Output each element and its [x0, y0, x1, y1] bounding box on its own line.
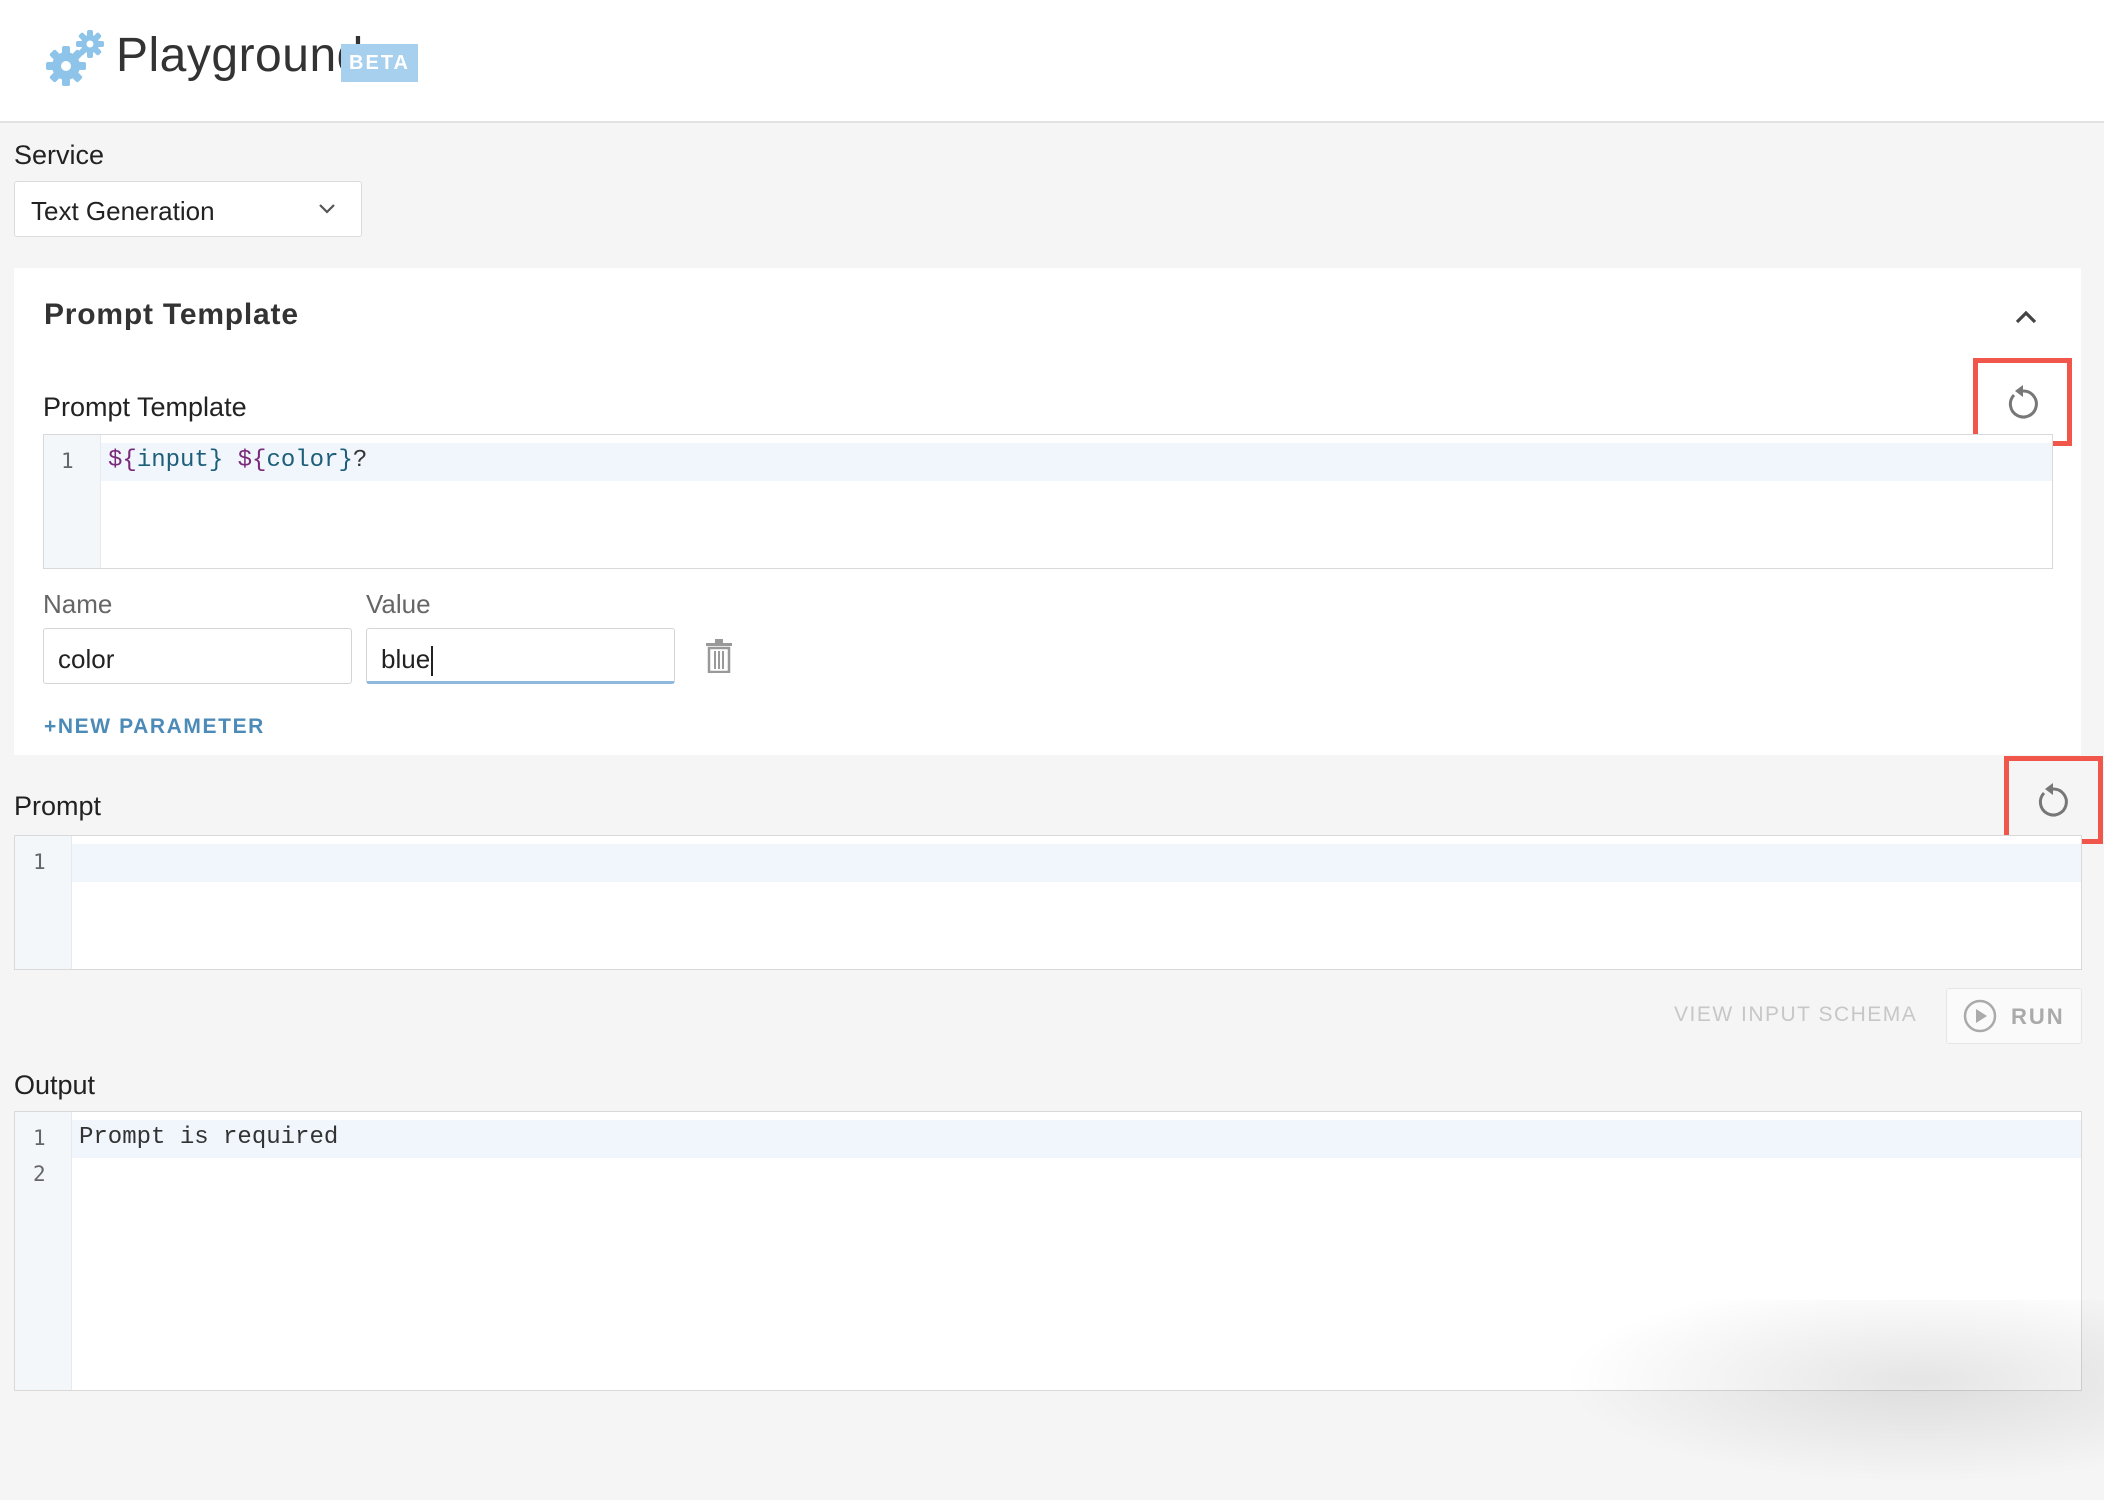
prompt-editor[interactable]: 1 — [14, 835, 2082, 970]
gears-icon — [46, 30, 104, 86]
service-select[interactable]: Text Generation — [14, 181, 362, 237]
text-caret — [431, 646, 434, 677]
line-gutter — [15, 1112, 72, 1390]
run-button-label: RUN — [2011, 1004, 2065, 1029]
param-value-value: blue — [381, 644, 431, 674]
chevron-up-icon[interactable] — [2011, 302, 2041, 332]
trash-icon[interactable] — [705, 639, 733, 673]
view-input-schema-button[interactable]: VIEW INPUT SCHEMA — [1674, 1003, 1917, 1027]
service-label: Service — [14, 140, 105, 170]
param-value-label: Value — [366, 589, 431, 619]
line-number: 1 — [33, 850, 46, 874]
param-name-value: color — [58, 644, 115, 674]
prompt-template-editor[interactable]: 1 ${input} ${color}? — [43, 434, 2053, 569]
line-number: 1 — [61, 449, 74, 473]
play-icon — [1963, 999, 1997, 1033]
prompt-label: Prompt — [14, 791, 102, 821]
active-line-highlight — [101, 443, 2052, 481]
reset-icon[interactable] — [2004, 385, 2042, 423]
service-selected-value: Text Generation — [31, 196, 215, 226]
output-code-line: Prompt is required — [79, 1124, 339, 1151]
reset-icon[interactable] — [2034, 783, 2072, 821]
param-name-label: Name — [43, 589, 113, 619]
active-line-highlight — [72, 1120, 2081, 1158]
param-name-input[interactable]: color — [43, 628, 352, 684]
param-value-input[interactable]: blue — [366, 628, 675, 684]
line-number: 2 — [33, 1162, 46, 1186]
line-number: 1 — [33, 1126, 46, 1150]
prompt-template-card-title: Prompt Template — [44, 298, 299, 331]
run-button[interactable]: RUN — [1946, 988, 2082, 1044]
drop-shadow — [1500, 1300, 2104, 1500]
output-label: Output — [14, 1070, 96, 1100]
prompt-template-field-label: Prompt Template — [43, 392, 247, 422]
prompt-template-code: ${input} ${color}? — [108, 447, 368, 474]
active-line-highlight — [72, 844, 2081, 882]
beta-badge: BETA — [341, 44, 418, 82]
chevron-down-icon — [319, 204, 335, 214]
app-title: Playground — [116, 29, 364, 82]
new-parameter-link[interactable]: +NEW PARAMETER — [44, 715, 265, 739]
app-header: Playground BETA — [0, 0, 2104, 123]
